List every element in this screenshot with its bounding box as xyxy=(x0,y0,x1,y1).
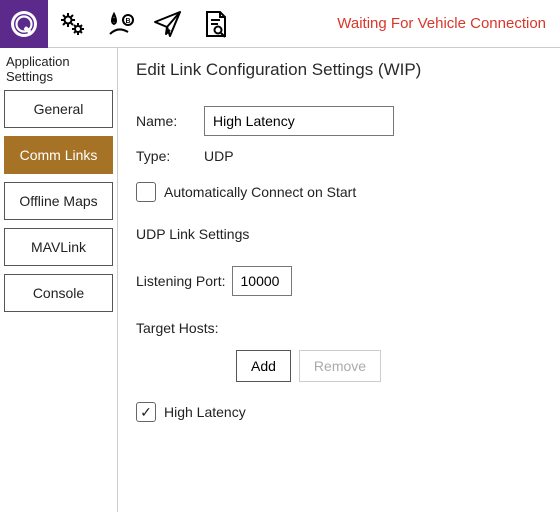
sidebar-item-comm-links[interactable]: Comm Links xyxy=(4,136,113,174)
main-panel: Edit Link Configuration Settings (WIP) N… xyxy=(118,48,560,512)
add-button[interactable]: Add xyxy=(236,350,291,382)
sidebar-item-offline-maps[interactable]: Offline Maps xyxy=(4,182,113,220)
name-input[interactable] xyxy=(204,106,394,136)
auto-connect-checkbox[interactable] xyxy=(136,182,156,202)
name-label: Name: xyxy=(136,113,192,129)
listening-port-label: Listening Port: xyxy=(136,273,226,289)
analyze-icon[interactable] xyxy=(192,0,240,48)
sidebar-item-console[interactable]: Console xyxy=(4,274,113,312)
type-value: UDP xyxy=(204,148,234,164)
sidebar-title: Application Settings xyxy=(4,52,113,90)
type-label: Type: xyxy=(136,148,192,164)
qgc-logo-icon xyxy=(8,8,40,40)
target-hosts-label: Target Hosts: xyxy=(136,320,542,336)
sidebar-item-mavlink[interactable]: MAVLink xyxy=(4,228,113,266)
udp-section-title: UDP Link Settings xyxy=(136,226,542,242)
high-latency-label: High Latency xyxy=(164,404,246,420)
waypoint-icon[interactable]: B xyxy=(96,0,144,48)
toolbar: B Waiting For Vehicle Connection xyxy=(0,0,560,48)
settings-icon[interactable] xyxy=(48,0,96,48)
sidebar-item-general[interactable]: General xyxy=(4,90,113,128)
connection-status: Waiting For Vehicle Connection xyxy=(337,0,546,47)
listening-port-input[interactable] xyxy=(232,266,292,296)
app-logo[interactable] xyxy=(0,0,48,48)
page-title: Edit Link Configuration Settings (WIP) xyxy=(136,60,542,80)
remove-button: Remove xyxy=(299,350,381,382)
high-latency-checkbox[interactable]: ✓ xyxy=(136,402,156,422)
auto-connect-label: Automatically Connect on Start xyxy=(164,184,356,200)
svg-text:B: B xyxy=(125,18,130,25)
send-icon[interactable] xyxy=(144,0,192,48)
sidebar: Application Settings General Comm Links … xyxy=(0,48,118,512)
